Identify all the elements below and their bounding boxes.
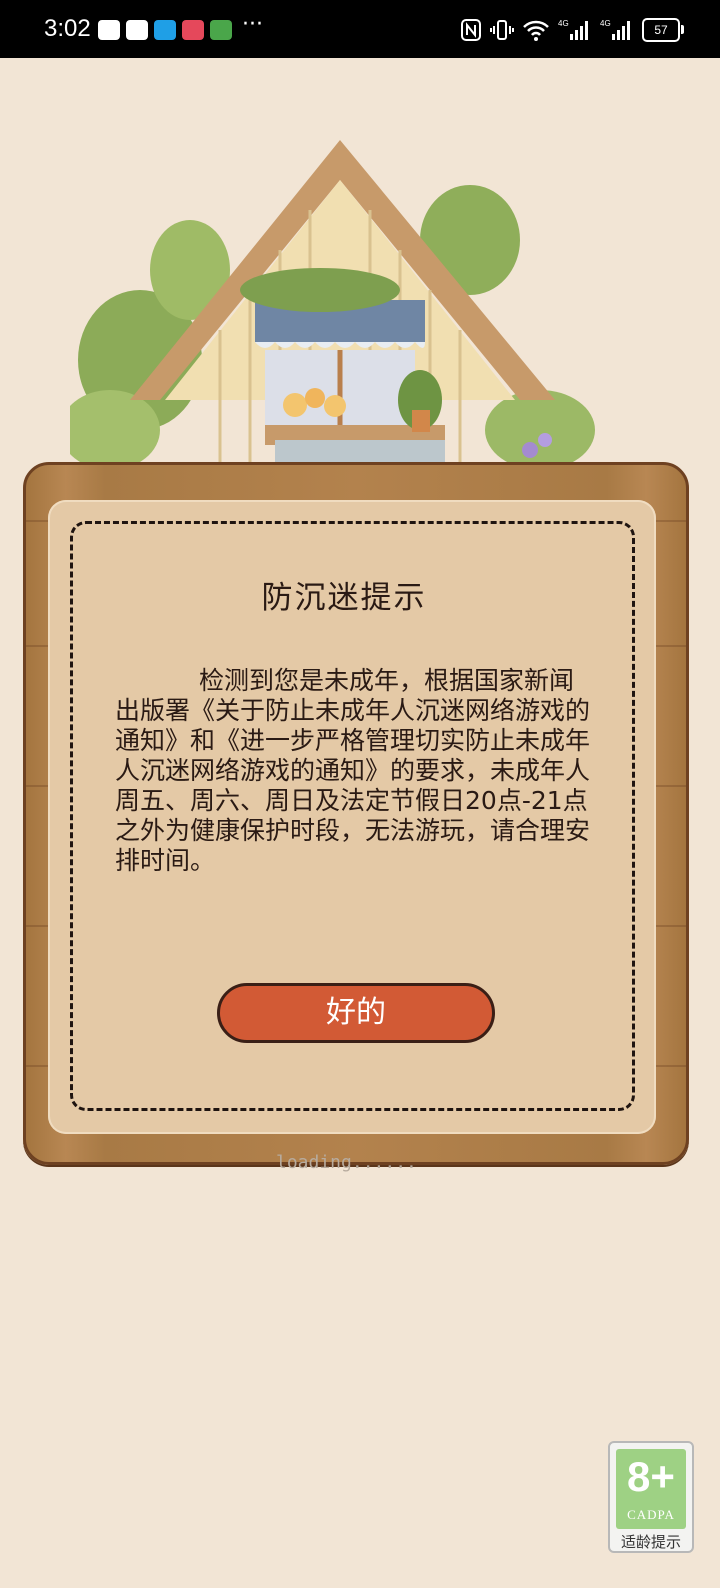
age-rating-org: CADPA xyxy=(627,1507,675,1522)
signal-icon-2: 4G xyxy=(600,19,630,40)
age-rating-label: 适龄提示 xyxy=(620,1533,681,1551)
vibrate-icon xyxy=(490,20,514,40)
status-icons: 4G 4G 57 xyxy=(460,16,684,44)
status-bar: 3:02 ··· 4G 4G 57 xyxy=(0,0,720,58)
book-notification-icon xyxy=(182,20,204,40)
svg-text:4G: 4G xyxy=(600,19,611,28)
dialog-message: 检测到您是未成年，根据国家新闻出版署《关于防止未成年人沉迷网络游戏的通知》和《进… xyxy=(115,666,591,875)
loading-text: loading...... xyxy=(276,1152,417,1173)
age-rating-badge: 8+ CADPA 适龄提示 xyxy=(608,1441,694,1553)
nfc-icon xyxy=(461,19,481,41)
signal-icon: 4G xyxy=(558,19,588,40)
age-rating-logo: 8+ CADPA xyxy=(616,1449,686,1529)
house-illustration xyxy=(70,140,595,480)
svg-text:4G: 4G xyxy=(558,19,569,28)
game-notification-icon xyxy=(210,20,232,40)
more-notifications-icon: ··· xyxy=(242,12,263,37)
age-rating-value: 8+ xyxy=(627,1453,675,1500)
battery-icon: 57 xyxy=(642,18,684,42)
ok-button[interactable]: 好的 xyxy=(217,983,495,1043)
status-time: 3:02 xyxy=(44,15,91,42)
dialog-title: 防沉迷提示 xyxy=(261,580,427,616)
wifi-icon xyxy=(523,20,549,41)
huawei-notification-icon-2 xyxy=(126,20,148,40)
huawei-notification-icon xyxy=(98,20,120,40)
browser-notification-icon xyxy=(154,20,176,40)
